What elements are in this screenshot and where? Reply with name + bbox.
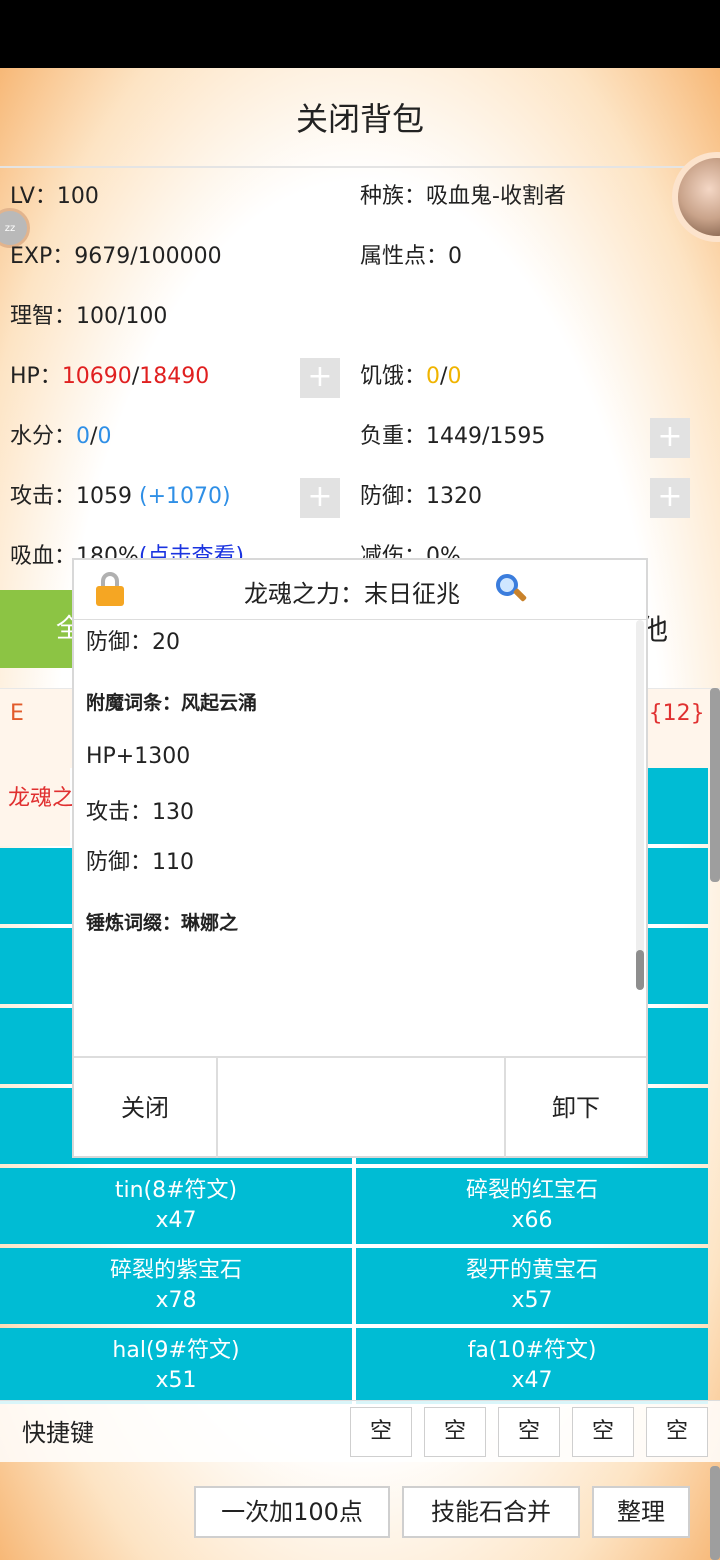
detail-line: 攻击：130 bbox=[86, 800, 194, 825]
dragon-item-label: 龙魂之 bbox=[8, 786, 75, 811]
quick-slot-5[interactable]: 空 bbox=[646, 1407, 708, 1457]
inventory-scrollbar[interactable] bbox=[710, 688, 720, 882]
add-100-points-button[interactable]: 一次加100点 bbox=[194, 1486, 390, 1538]
equipped-row-left: E bbox=[10, 701, 24, 726]
close-button[interactable]: 关闭 bbox=[74, 1058, 216, 1158]
sort-button[interactable]: 整理 bbox=[592, 1486, 690, 1538]
load-plus-button[interactable]: + bbox=[650, 418, 690, 458]
attack-plus-button[interactable]: + bbox=[300, 478, 340, 518]
dragon-item-row[interactable]: 龙魂之 bbox=[0, 768, 74, 846]
item-name: hal(9#符文) bbox=[112, 1338, 240, 1363]
attack-stat: 攻击：1059 (+1070) bbox=[10, 484, 231, 509]
dialog-footer: 关闭 卸下 bbox=[74, 1056, 646, 1158]
attribute-points-stat: 属性点：0 bbox=[360, 244, 463, 269]
item-name: fa(10#符文) bbox=[467, 1338, 597, 1363]
hp-stat: HP：10690/18490 bbox=[10, 364, 210, 389]
item-count: x78 bbox=[155, 1288, 197, 1313]
hp-plus-button[interactable]: + bbox=[300, 358, 340, 398]
item-name: 碎裂的紫宝石 bbox=[109, 1258, 242, 1283]
unequip-button[interactable]: 卸下 bbox=[506, 1058, 646, 1158]
dialog-scroll-track bbox=[636, 620, 644, 956]
defense-stat: 防御：1320 bbox=[360, 484, 483, 509]
detail-line: HP+1300 bbox=[86, 744, 191, 769]
quickbar: 快捷键 空 空 空 空 空 bbox=[0, 1400, 720, 1462]
dialog-scrollbar[interactable] bbox=[636, 950, 644, 990]
exp-stat: EXP：9679/100000 bbox=[10, 244, 222, 269]
merge-skill-stones-button[interactable]: 技能石合并 bbox=[402, 1486, 580, 1538]
inventory-item[interactable]: hal(9#符文) x51 bbox=[0, 1328, 352, 1404]
close-backpack-button[interactable]: 关闭背包 bbox=[0, 68, 720, 166]
item-count: x47 bbox=[511, 1368, 553, 1393]
header-divider bbox=[0, 166, 690, 168]
divider bbox=[216, 1058, 218, 1158]
dialog-header: 龙魂之力：末日征兆 bbox=[74, 560, 646, 620]
defense-plus-button[interactable]: + bbox=[650, 478, 690, 518]
quickbar-label: 快捷键 bbox=[22, 1419, 94, 1447]
water-stat: 水分：0/0 bbox=[10, 424, 112, 449]
item-name: tin(8#符文) bbox=[114, 1178, 238, 1203]
quick-slot-3[interactable]: 空 bbox=[498, 1407, 560, 1457]
item-name: 裂开的黄宝石 bbox=[465, 1258, 598, 1283]
lock-icon[interactable] bbox=[96, 572, 124, 606]
load-stat: 负重：1449/1595 bbox=[360, 424, 546, 449]
tab-all[interactable]: 全 bbox=[0, 590, 80, 668]
item-count: x66 bbox=[511, 1208, 553, 1233]
inventory-item[interactable]: 碎裂的紫宝石 x78 bbox=[0, 1248, 352, 1324]
dialog-content[interactable]: 防御：20 附魔词条：风起云涌 HP+1300 攻击：130 防御：110 锤炼… bbox=[74, 620, 646, 1056]
inventory-item[interactable]: tin(8#符文) x47 bbox=[0, 1168, 352, 1244]
quick-slot-4[interactable]: 空 bbox=[572, 1407, 634, 1457]
temper-affix: 锤炼词缀：琳娜之 bbox=[86, 912, 239, 934]
quick-slot-2[interactable]: 空 bbox=[424, 1407, 486, 1457]
dialog-title: 龙魂之力：末日征兆 bbox=[244, 580, 460, 608]
magnifier-icon[interactable] bbox=[496, 574, 528, 606]
inventory-item[interactable]: 裂开的黄宝石 x57 bbox=[356, 1248, 708, 1324]
equipped-row-right: ){12} bbox=[640, 701, 705, 726]
level-stat: LV：100 bbox=[10, 184, 99, 209]
inventory-item[interactable]: fa(10#符文) x47 bbox=[356, 1328, 708, 1404]
item-count: x51 bbox=[155, 1368, 197, 1393]
race-stat: 种族：吸血鬼-收割者 bbox=[360, 184, 566, 209]
page-scrollbar[interactable] bbox=[710, 1466, 720, 1560]
detail-line: 防御：110 bbox=[86, 850, 194, 875]
enchant-affix: 附魔词条：风起云涌 bbox=[86, 692, 258, 714]
quick-slot-1[interactable]: 空 bbox=[350, 1407, 412, 1457]
item-detail-dialog: 龙魂之力：末日征兆 防御：20 附魔词条：风起云涌 HP+1300 攻击：130… bbox=[72, 558, 648, 1158]
inventory-item[interactable]: 碎裂的红宝石 x66 bbox=[356, 1168, 708, 1244]
sanity-stat: 理智：100/100 bbox=[10, 304, 168, 329]
item-name: 碎裂的红宝石 bbox=[465, 1178, 598, 1203]
item-count: x47 bbox=[155, 1208, 197, 1233]
item-count: x57 bbox=[511, 1288, 553, 1313]
hunger-stat: 饥饿：0/0 bbox=[360, 364, 462, 389]
detail-line: 防御：20 bbox=[86, 630, 180, 655]
status-bar bbox=[0, 0, 720, 68]
